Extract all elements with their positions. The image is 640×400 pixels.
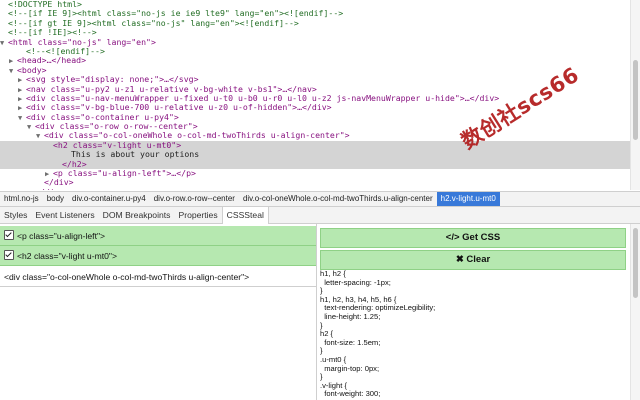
tab-dom-breakpoints[interactable]: DOM Breakpoints [99, 207, 175, 223]
get-css-button[interactable]: </> Get CSS [320, 228, 626, 248]
dom-node-text: This is about your options [71, 149, 200, 160]
row-checkbox[interactable] [4, 250, 14, 260]
dom-tree-node[interactable]: </div> [0, 178, 630, 187]
css-scrollbar-thumb[interactable] [633, 228, 638, 298]
parent-element-row[interactable]: <div class="o-col-oneWhole o-col-md-twoT… [0, 267, 316, 287]
css-line: font-size: 1.5em; [320, 337, 381, 347]
tab-event-listeners[interactable]: Event Listeners [31, 207, 98, 223]
dom-tree-node[interactable]: ▶ <p class="u-align-left">…</p> [0, 168, 630, 179]
css-line: } [320, 320, 323, 330]
css-line: font-weight: 300; [320, 389, 381, 399]
selected-element-row[interactable]: <h2 class="v-light u-mt0"> [0, 246, 316, 266]
css-output-panel: </> Get CSS ✖ Clear h1, h2 { letter-spac… [318, 224, 640, 400]
row-label: <p class="u-align-left"> [17, 231, 106, 241]
tree-scrollbar-thumb[interactable] [633, 60, 638, 140]
css-line: line-height: 1.25; [320, 311, 381, 321]
tab-properties[interactable]: Properties [174, 207, 221, 223]
row-label: <div class="o-col-oneWhole o-col-md-twoT… [4, 272, 250, 282]
css-line: letter-spacing: -1px; [320, 277, 391, 287]
dom-tree-node[interactable]: <!--<![endif]--> [0, 46, 630, 56]
breadcrumb: html.no-js body div.o-container.u-py4 div.o… [0, 191, 640, 207]
dom-node-text: </div> [35, 187, 65, 190]
tree-scrollbar[interactable] [630, 0, 640, 190]
panel-tabs: Styles Event Listeners DOM Breakpoints Prop… [0, 207, 640, 224]
breadcrumb-item[interactable]: html.no-js [0, 192, 43, 206]
css-line: } [320, 372, 323, 382]
breadcrumb-item[interactable]: div.o-row.o-row--center [150, 192, 239, 206]
css-line: } [320, 346, 323, 356]
row-checkbox[interactable] [4, 230, 14, 240]
breadcrumb-item[interactable]: div.o-container.u-py4 [68, 192, 150, 206]
dom-tree-node[interactable]: </div> [0, 187, 630, 190]
breadcrumb-item[interactable]: div.o-col-oneWhole.o-col-md-twoThirds.u-… [239, 192, 437, 206]
selected-elements-panel: <p class="u-align-left"> <h2 class="v-li… [0, 224, 317, 400]
breadcrumb-item[interactable]: h2.v-light.u-mt0 [436, 192, 500, 206]
clear-button[interactable]: ✖ Clear [320, 250, 626, 270]
css-output-text: h1, h2 { letter-spacing: -1px;} h1, h2, h… [320, 270, 626, 400]
dom-node-text: <p class="u-align-left">…</p> [53, 168, 196, 179]
tab-styles[interactable]: Styles [0, 207, 31, 223]
css-line: margin-top: 0px; [320, 363, 380, 373]
selected-element-row[interactable]: <p class="u-align-left"> [0, 226, 316, 246]
breadcrumb-item[interactable]: body [43, 192, 68, 206]
dom-tree-node[interactable]: ▶ <head>…</head> [0, 56, 630, 66]
row-label: <h2 class="v-light u-mt0"> [17, 251, 117, 261]
dom-tree-node[interactable]: This is about your options [0, 149, 630, 160]
tab-csssteal[interactable]: CSSSteal [221, 207, 269, 224]
css-output-scrollbar[interactable] [630, 224, 640, 400]
